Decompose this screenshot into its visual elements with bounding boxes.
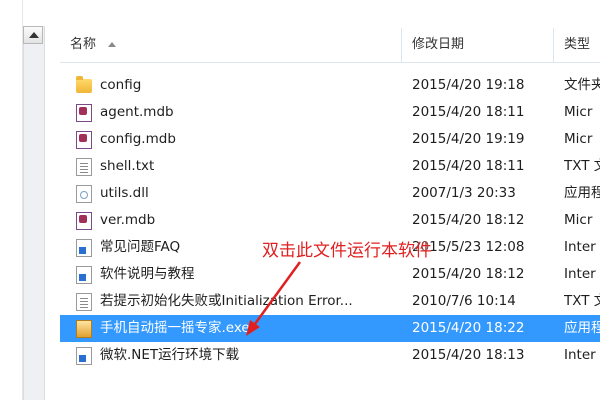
file-modified-date: 2015/4/20 18:11 [412, 104, 525, 120]
file-modified-date: 2015/4/20 18:12 [412, 212, 525, 228]
shortcut-icon [76, 347, 92, 365]
column-header-date[interactable]: 修改日期 [402, 28, 554, 62]
file-type: Inter [564, 266, 596, 282]
file-type: 应用程 [564, 320, 600, 336]
file-name: utils.dll [100, 185, 149, 201]
file-modified-date: 2015/4/20 18:11 [412, 158, 525, 174]
folder-icon [76, 76, 92, 93]
file-type: TXT 文 [564, 158, 600, 174]
file-row[interactable]: 若提示初始化失败或Initialization Error... 2010/7/6… [60, 288, 600, 315]
file-modified-date: 2015/4/20 18:13 [412, 347, 525, 363]
file-row[interactable]: shell.txt 2015/4/20 18:11 TXT 文 [60, 153, 600, 180]
file-modified-date: 2015/4/20 18:22 [412, 320, 525, 336]
vertical-scrollbar[interactable] [23, 26, 45, 400]
file-modified-date: 2010/7/6 10:14 [412, 293, 516, 309]
column-header-row: 名称 修改日期 类型 [60, 28, 600, 63]
file-modified-date: 2015/4/20 18:12 [412, 266, 525, 282]
column-header-name-label: 名称 [70, 37, 97, 52]
file-row[interactable]: ver.mdb 2015/4/20 18:12 Micr [60, 207, 600, 234]
file-row[interactable]: config 2015/4/20 19:18 文件夹 [60, 72, 600, 99]
exe-file-icon [76, 320, 92, 338]
file-type: TXT 文 [564, 293, 600, 309]
file-name: 软件说明与教程 [100, 266, 195, 282]
file-name: 常见问题FAQ [100, 239, 181, 255]
file-type: Inter [564, 347, 596, 363]
file-name: agent.mdb [100, 104, 174, 120]
file-name: config.mdb [100, 131, 176, 147]
shortcut-icon [76, 239, 92, 257]
dll-file-icon [76, 185, 92, 203]
database-file-icon [76, 131, 92, 149]
file-type: 文件夹 [564, 77, 600, 93]
file-type: 应用程 [564, 185, 600, 201]
file-type: Inter [564, 239, 596, 255]
file-name: 若提示初始化失败或Initialization Error... [100, 293, 353, 309]
file-name: shell.txt [100, 158, 155, 174]
scroll-up-button[interactable] [23, 26, 43, 44]
file-name: 微软.NET运行环境下载 [100, 347, 240, 363]
file-modified-date: 2015/4/20 19:18 [412, 77, 525, 93]
text-file-icon [76, 158, 92, 176]
file-list: config 2015/4/20 19:18 文件夹 agent.mdb 2015/4/… [60, 72, 600, 369]
file-modified-date: 2007/1/3 20:33 [412, 185, 516, 201]
file-row[interactable]: utils.dll 2007/1/3 20:33 应用程 [60, 180, 600, 207]
annotation-text: 双击此文件运行本软件 [262, 241, 432, 261]
text-file-icon [76, 293, 92, 311]
file-modified-date: 2015/4/20 19:19 [412, 131, 525, 147]
file-row[interactable]: 微软.NET运行环境下载 2015/4/20 18:13 Inter [60, 342, 600, 369]
file-row[interactable]: agent.mdb 2015/4/20 18:11 Micr [60, 99, 600, 126]
sort-ascending-icon [108, 42, 117, 47]
file-row[interactable]: config.mdb 2015/4/20 19:19 Micr [60, 126, 600, 153]
database-file-icon [76, 104, 92, 122]
file-row[interactable]: 软件说明与教程 2015/4/20 18:12 Inter [60, 261, 600, 288]
file-name: ver.mdb [100, 212, 156, 228]
file-type: Micr [564, 212, 593, 228]
file-name: 手机自动摇一摇专家.exe [100, 320, 250, 336]
file-row[interactable]: 手机自动摇一摇专家.exe 2015/4/20 18:22 应用程 [60, 315, 600, 342]
file-type: Micr [564, 104, 593, 120]
navigation-pane [0, 0, 23, 400]
column-header-date-label: 修改日期 [412, 37, 465, 52]
file-type: Micr [564, 131, 593, 147]
column-header-name[interactable]: 名称 [60, 28, 402, 62]
database-file-icon [76, 212, 92, 230]
shortcut-icon [76, 266, 92, 284]
file-name: config [100, 77, 142, 93]
column-header-type[interactable]: 类型 [554, 28, 600, 62]
column-header-type-label: 类型 [564, 37, 591, 52]
